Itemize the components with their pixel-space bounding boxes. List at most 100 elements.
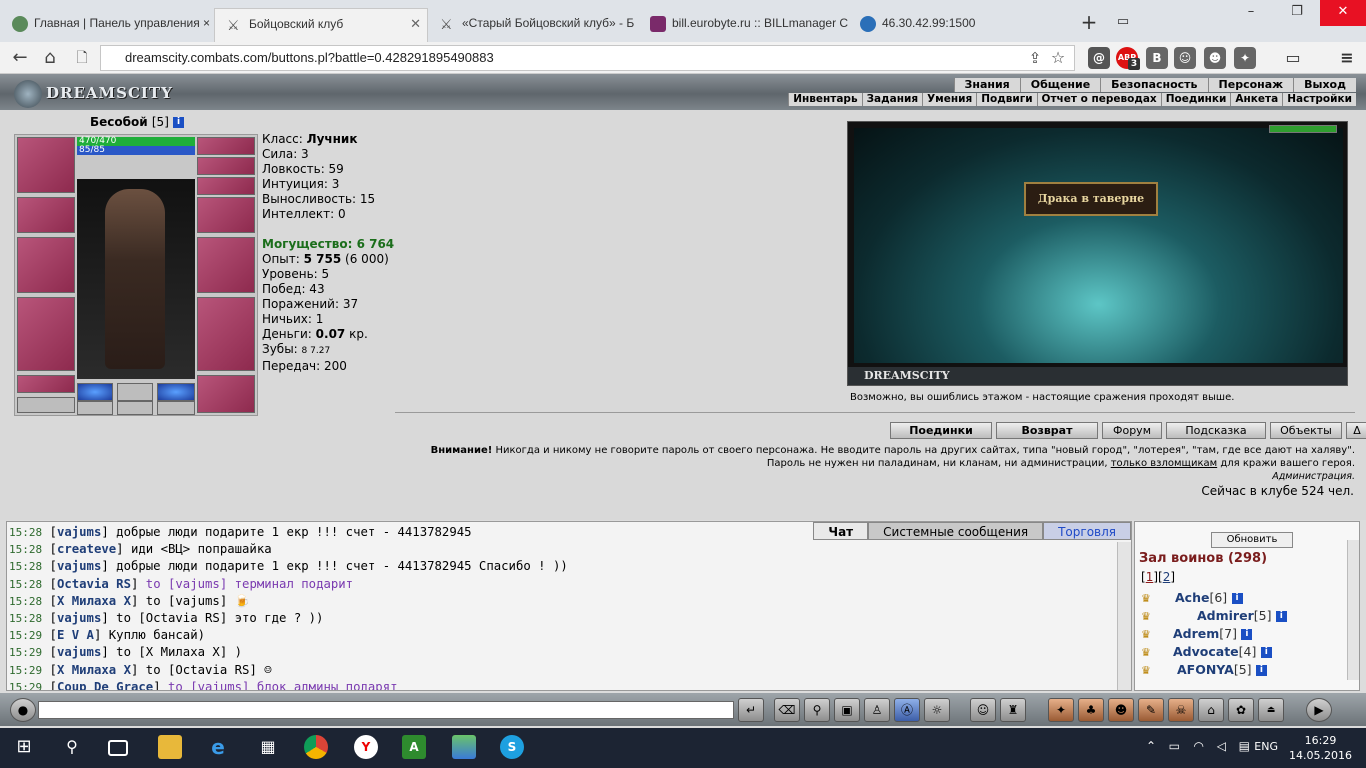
rune-slot[interactable]: [77, 383, 113, 401]
player-name[interactable]: Advocate: [1173, 644, 1239, 659]
player-row[interactable]: ♛ Advocate[4] i: [1141, 644, 1272, 659]
helmet-icon[interactable]: ♜: [1000, 698, 1026, 722]
odnoklassniki-icon[interactable]: ☺: [1174, 47, 1196, 69]
rings-slot[interactable]: [197, 177, 255, 195]
player-row[interactable]: ♛ Admirer[5] i: [1141, 608, 1287, 623]
send-icon[interactable]: ↵: [738, 698, 764, 722]
empty-slot[interactable]: [117, 401, 153, 415]
chat-nick[interactable]: createve: [57, 542, 116, 556]
player-name[interactable]: Ache: [1175, 590, 1209, 605]
player-name[interactable]: AFONYA: [1177, 662, 1234, 677]
maximize-icon[interactable]: ❐: [1274, 0, 1320, 26]
helmet-slot[interactable]: [17, 137, 75, 193]
smiles-icon[interactable]: ☺: [970, 698, 996, 722]
close-tab-icon[interactable]: ✕: [410, 9, 421, 39]
chat-bubble-icon[interactable]: ▭: [1282, 47, 1304, 69]
translit-icon[interactable]: Ⓐ: [894, 698, 920, 722]
bluestacks-icon[interactable]: [452, 735, 476, 759]
bookmark-star-icon[interactable]: ☆: [1046, 46, 1070, 70]
keyboard-icon[interactable]: ▤: [1239, 739, 1250, 753]
warning-link[interactable]: только взломщикам: [1111, 458, 1217, 469]
page-link-2[interactable]: 2: [1163, 570, 1171, 584]
bonus-icon[interactable]: ✦: [1048, 698, 1074, 722]
menu-social[interactable]: Общение: [1019, 78, 1100, 92]
forum-button[interactable]: Форум: [1102, 422, 1162, 439]
armor-slot[interactable]: [17, 297, 75, 371]
menu-character[interactable]: Персонаж: [1207, 78, 1294, 92]
task-view-icon[interactable]: [108, 740, 128, 756]
return-button[interactable]: Возврат: [996, 422, 1098, 439]
player-row[interactable]: ♛ Adrem[7] i: [1141, 626, 1253, 641]
empty-slot[interactable]: [77, 401, 113, 415]
system-clock[interactable]: 16:29 14.05.2016: [1289, 733, 1352, 763]
chrome-icon[interactable]: [304, 735, 328, 759]
chat-nick[interactable]: X Милаха X: [57, 663, 131, 677]
empty-slot[interactable]: [157, 401, 195, 415]
submenu-duels[interactable]: Поединки: [1160, 93, 1231, 106]
weapon-bow-slot[interactable]: [17, 237, 75, 293]
mask-icon[interactable]: ☻: [1108, 698, 1134, 722]
bracers-slot[interactable]: [17, 197, 75, 233]
info-icon[interactable]: i: [1241, 629, 1253, 640]
empty-rune-slot[interactable]: [117, 383, 153, 401]
player-row[interactable]: ♛ Ache[6] i: [1141, 590, 1243, 605]
belt-slot[interactable]: [17, 375, 75, 393]
chat-nick[interactable]: Octavia RS: [57, 577, 131, 591]
back-arrow-icon[interactable]: ←: [8, 46, 32, 70]
submenu-settings[interactable]: Настройки: [1282, 93, 1356, 106]
amulet-slot[interactable]: [197, 137, 255, 155]
tab-combats[interactable]: ⚔ Бойцовский клуб ✕: [214, 8, 428, 42]
player-row[interactable]: ♛ AFONYA[5] i: [1141, 662, 1267, 677]
url-input[interactable]: dreamscity.combats.com/buttons.pl?battle…: [100, 45, 1075, 71]
filter-icon[interactable]: ⚲: [804, 698, 830, 722]
scroll-icon[interactable]: ✎: [1138, 698, 1164, 722]
yandex-icon[interactable]: Y: [354, 735, 378, 759]
rune-slot[interactable]: [157, 383, 195, 401]
vk-icon[interactable]: B: [1146, 47, 1168, 69]
tray-chevron-icon[interactable]: ⌃: [1146, 739, 1156, 753]
menu-icon[interactable]: ≡: [1336, 47, 1358, 69]
eraser-icon[interactable]: ⌫: [774, 698, 800, 722]
chat-nick[interactable]: vajums: [57, 645, 101, 659]
info-icon[interactable]: i: [173, 117, 185, 128]
submenu-inventory[interactable]: Инвентарь: [788, 93, 861, 106]
smiley-toggle-icon[interactable]: ●: [10, 698, 36, 722]
chat-nick[interactable]: vajums: [57, 559, 101, 573]
language-indicator[interactable]: ENG: [1254, 740, 1278, 753]
share-icon[interactable]: ⇪: [1023, 46, 1047, 70]
players-scrollbar[interactable]: [1347, 540, 1359, 680]
save-icon[interactable]: ▣: [834, 698, 860, 722]
email-icon[interactable]: @: [1088, 47, 1110, 69]
empty-slot[interactable]: [17, 397, 75, 413]
submenu-quests[interactable]: Задания: [861, 93, 922, 106]
delta-button[interactable]: Δ: [1346, 422, 1366, 439]
leggings-slot[interactable]: [197, 297, 255, 371]
edge-icon[interactable]: e: [206, 735, 230, 759]
skype-icon[interactable]: S: [500, 735, 524, 759]
tab-panel[interactable]: Главная | Панель управления ×: [0, 8, 214, 42]
chat-nick[interactable]: E V A: [57, 628, 94, 642]
tab-system-messages[interactable]: Системные сообщения: [868, 522, 1044, 540]
windows-start-icon[interactable]: ⊞: [12, 735, 36, 759]
menu-knowledge[interactable]: Знания: [953, 78, 1020, 92]
player-name[interactable]: Admirer: [1197, 608, 1254, 623]
exit-icon[interactable]: ⏏: [1258, 698, 1284, 722]
close-window-icon[interactable]: ✕: [1320, 0, 1366, 26]
tab-old-club[interactable]: ⚔ «Старый Бойцовский клуб» - Б: [428, 8, 638, 42]
info-icon[interactable]: i: [1255, 665, 1267, 676]
chat-message-input[interactable]: [38, 701, 734, 719]
chat-nick[interactable]: vajums: [57, 611, 101, 625]
play-icon[interactable]: ▶: [1306, 698, 1332, 722]
tab-trade[interactable]: Торговля: [1043, 522, 1131, 540]
menu-security[interactable]: Безопасность: [1100, 78, 1207, 92]
battery-icon[interactable]: ▭: [1169, 739, 1180, 753]
tab-ip[interactable]: 46.30.42.99:1500: [848, 8, 1058, 42]
chat-nick[interactable]: vajums: [57, 525, 101, 539]
store-icon[interactable]: ▦: [256, 735, 280, 759]
submenu-profile[interactable]: Анкета: [1230, 93, 1282, 106]
file-explorer-icon[interactable]: [158, 735, 182, 759]
tab-list-icon[interactable]: ▭: [1100, 10, 1146, 36]
wifi-icon[interactable]: ◠: [1194, 739, 1204, 753]
page-link-1[interactable]: 1: [1146, 570, 1154, 584]
info-icon[interactable]: i: [1260, 647, 1272, 658]
